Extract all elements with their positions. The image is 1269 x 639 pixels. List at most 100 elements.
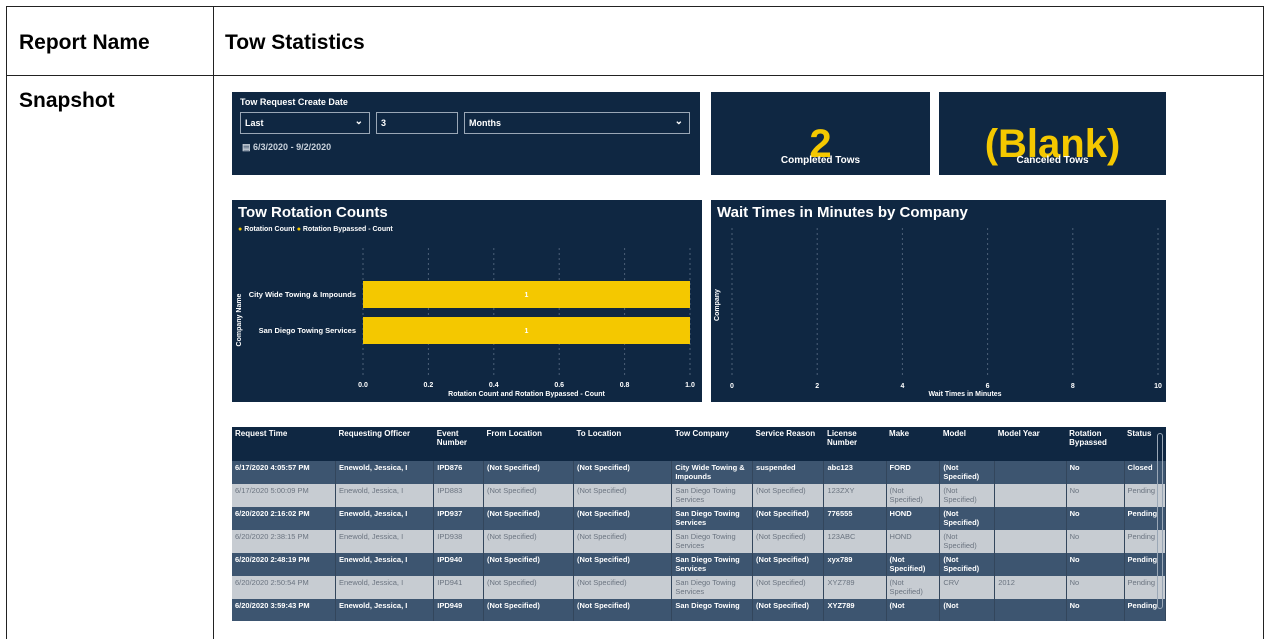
table-cell: Enewold, Jessica, I xyxy=(335,576,435,599)
table-cell: (Not Specified) xyxy=(886,576,941,599)
table-cell: (Not Specified) xyxy=(886,553,941,576)
tow-requests-table-panel: Request Time Requesting Officer Event Numb… xyxy=(232,427,1166,621)
count-input[interactable]: 3 xyxy=(376,112,458,134)
table-cell: 6/17/2020 5:00:09 PM xyxy=(232,484,336,507)
chevron-down-icon: ⌄ xyxy=(354,116,363,127)
table-cell: HOND xyxy=(886,507,941,530)
table-cell: (Not Specified) xyxy=(573,576,673,599)
date-range-text: 6/3/2020 - 9/2/2020 xyxy=(253,142,332,152)
filter-title: Tow Request Create Date xyxy=(240,97,348,107)
table-cell: (Not Specified) xyxy=(752,599,825,621)
wait-times-chart: 0 2 4 6 8 10 Wait Times in Minutes Company xyxy=(714,228,1162,398)
completed-tows-card: 2 Completed Tows xyxy=(711,92,930,175)
table-cell: (Not Specified) xyxy=(483,484,575,507)
table-cell: (Not Specified) xyxy=(483,599,575,621)
x-tick-label: 4 xyxy=(900,383,904,390)
table-cell xyxy=(994,507,1067,530)
table-cell: (Not Specified) xyxy=(483,507,575,530)
column-header[interactable]: To Location xyxy=(574,427,672,461)
table-cell: xyx789 xyxy=(823,553,887,576)
column-header[interactable]: Requesting Officer xyxy=(335,427,433,461)
table-cell: (Not Specified) xyxy=(939,507,996,530)
table-row[interactable]: 6/20/2020 3:59:43 PM Enewold, Jessica, II… xyxy=(232,599,1166,621)
table-cell: City Wide Towing & Impounds xyxy=(671,461,754,484)
canceled-tows-card: (Blank) Canceled Tows xyxy=(939,92,1166,175)
table-cell: 6/20/2020 2:48:19 PM xyxy=(232,553,336,576)
column-header[interactable]: License Number xyxy=(824,427,886,461)
table-cell: (Not Specified) xyxy=(939,553,996,576)
column-header[interactable]: Rotation Bypassed xyxy=(1066,427,1124,461)
table-cell: No xyxy=(1066,553,1125,576)
table-row[interactable]: 6/17/2020 4:05:57 PM Enewold, Jessica, II… xyxy=(232,461,1166,484)
table-cell: (Not Specified) xyxy=(752,484,825,507)
table-cell: Enewold, Jessica, I xyxy=(335,553,435,576)
report-name-value: Tow Statistics xyxy=(225,31,365,54)
table-cell: HOND xyxy=(886,530,941,553)
x-tick-label: 10 xyxy=(1154,383,1162,390)
table-cell: No xyxy=(1066,507,1125,530)
table-cell: (Not Specified) xyxy=(752,553,825,576)
table-cell: Enewold, Jessica, I xyxy=(335,484,435,507)
table-cell: (Not Specified) xyxy=(573,461,673,484)
table-cell: 776555 xyxy=(823,507,887,530)
table-scrollbar[interactable] xyxy=(1157,433,1163,609)
canceled-tows-label: Canceled Tows xyxy=(1016,155,1089,166)
column-header[interactable]: Model Year xyxy=(995,427,1066,461)
table-cell: (Not Specified) xyxy=(886,484,941,507)
table-cell xyxy=(994,530,1067,553)
table-cell: abc123 xyxy=(823,461,887,484)
x-tick-label: 0.2 xyxy=(424,382,434,389)
unit-dropdown[interactable]: Months ⌄ xyxy=(464,112,690,134)
x-tick-label: 6 xyxy=(986,383,990,390)
x-tick-label: 0.4 xyxy=(489,382,499,389)
column-header[interactable]: Model xyxy=(940,427,995,461)
table-row[interactable]: 6/20/2020 2:38:15 PM Enewold, Jessica, II… xyxy=(232,530,1166,553)
table-cell: IPD940 xyxy=(433,553,484,576)
table-cell: IPD938 xyxy=(433,530,484,553)
x-tick-label: 0.6 xyxy=(554,382,564,389)
column-header[interactable]: Service Reason xyxy=(753,427,824,461)
table-cell: San Diego Towing Services xyxy=(671,553,754,576)
table-cell: No xyxy=(1066,599,1125,621)
table-cell: suspended xyxy=(752,461,825,484)
table-cell: 123ABC xyxy=(823,530,887,553)
table-cell: (Not Specified) xyxy=(939,484,996,507)
table-cell: (Not xyxy=(939,599,996,621)
tow-rotation-chart-panel: Tow Rotation Counts ● Rotation Count ● R… xyxy=(232,200,702,402)
table-cell: No xyxy=(1066,461,1125,484)
tow-rotation-chart: 0.0 0.2 0.4 0.6 0.8 1.0 Rotation Count and Rot… xyxy=(236,248,695,398)
x-axis-label: Wait Times in Minutes xyxy=(928,391,1001,398)
column-header[interactable]: Tow Company xyxy=(672,427,753,461)
table-row[interactable]: 6/20/2020 2:16:02 PM Enewold, Jessica, II… xyxy=(232,507,1166,530)
table-cell: (Not Specified) xyxy=(573,507,673,530)
table-cell: 123ZXY xyxy=(823,484,887,507)
row-divider xyxy=(7,75,1263,76)
table-cell: No xyxy=(1066,530,1125,553)
column-divider xyxy=(213,7,214,639)
table-cell: (Not Specified) xyxy=(573,530,673,553)
completed-tows-label: Completed Tows xyxy=(780,155,861,166)
table-cell: XYZ789 xyxy=(823,599,887,621)
table-cell: (Not Specified) xyxy=(752,507,825,530)
column-header[interactable]: Event Number xyxy=(434,427,484,461)
category-label: City Wide Towing & Impounds xyxy=(249,290,356,299)
table-cell: 6/20/2020 2:50:54 PM xyxy=(232,576,336,599)
period-value: Last xyxy=(245,118,264,128)
table-cell: (Not Specified) xyxy=(483,530,575,553)
table-cell: (Not Specified) xyxy=(483,576,575,599)
table-cell xyxy=(994,484,1067,507)
table-cell: (Not xyxy=(886,599,941,621)
table-cell: FORD xyxy=(886,461,941,484)
period-dropdown[interactable]: Last ⌄ xyxy=(240,112,370,134)
table-cell: (Not Specified) xyxy=(573,599,673,621)
table-row[interactable]: 6/17/2020 5:00:09 PM Enewold, Jessica, II… xyxy=(232,484,1166,507)
column-header[interactable]: Request Time xyxy=(232,427,335,461)
date-filter-panel: Tow Request Create Date Last ⌄ 3 Months … xyxy=(232,92,700,175)
column-header[interactable]: From Location xyxy=(483,427,573,461)
table-row[interactable]: 6/20/2020 2:50:54 PM Enewold, Jessica, II… xyxy=(232,576,1166,599)
x-tick-label: 0.8 xyxy=(620,382,630,389)
column-header[interactable]: Make xyxy=(886,427,940,461)
report-name-label: Report Name xyxy=(19,31,150,54)
table-cell: (Not Specified) xyxy=(939,530,996,553)
table-row[interactable]: 6/20/2020 2:48:19 PM Enewold, Jessica, II… xyxy=(232,553,1166,576)
